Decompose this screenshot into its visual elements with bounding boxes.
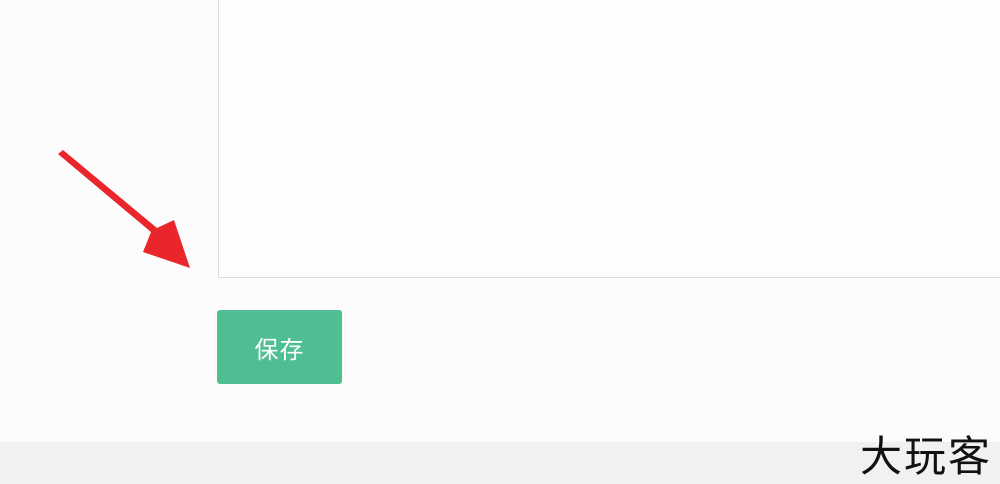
save-button[interactable]: 保存 <box>217 310 342 384</box>
content-textarea[interactable] <box>218 0 1000 278</box>
form-panel: 保存 <box>0 0 1000 442</box>
watermark-text: 大玩客 <box>859 432 992 481</box>
footer-bar <box>0 442 1000 484</box>
